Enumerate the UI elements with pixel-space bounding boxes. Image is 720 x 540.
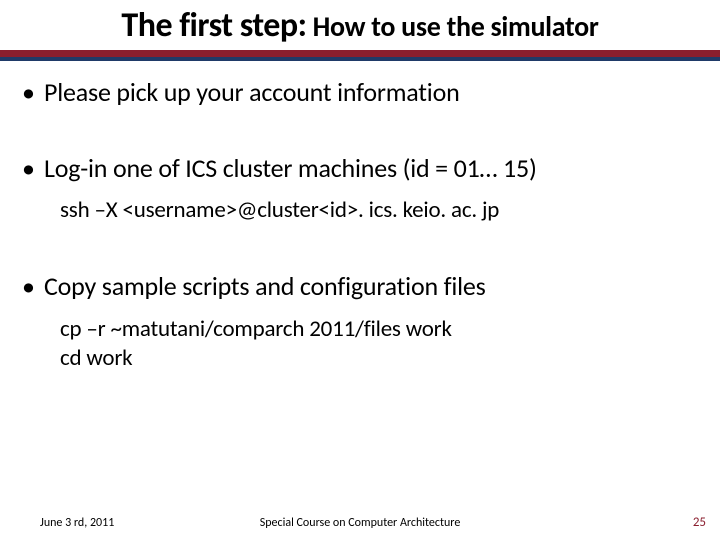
slide: The first step: How to use the simulator… (0, 0, 720, 540)
bullet-item: • Copy sample scripts and configuration … (20, 271, 700, 303)
bullet-icon: • (20, 153, 44, 185)
slide-body: • Please pick up your account informatio… (0, 61, 720, 372)
bullet-text: Copy sample scripts and configuration fi… (44, 271, 486, 303)
title-divider (0, 50, 720, 61)
bullet-text: Log-in one of ICS cluster machines (id =… (44, 153, 537, 185)
title-strong: The first step: (121, 5, 306, 46)
bullet-item: • Log-in one of ICS cluster machines (id… (20, 153, 700, 185)
sub-text: ssh –X <username>@cluster<id>. ics. keio… (60, 196, 700, 225)
footer-center: Special Course on Computer Architecture (0, 516, 720, 530)
footer-page-number: 25 (693, 515, 706, 530)
sub-text: cd work (60, 344, 700, 373)
bullet-icon: • (20, 271, 44, 303)
divider-maroon (0, 50, 720, 57)
bullet-text: Please pick up your account information (44, 77, 460, 109)
sub-text: cp –r ~matutani/comparch 2011/files work (60, 315, 700, 344)
bullet-item: • Please pick up your account informatio… (20, 77, 700, 109)
slide-title: The first step: How to use the simulator (0, 0, 720, 46)
bullet-icon: • (20, 77, 44, 109)
title-rest: How to use the simulator (307, 9, 599, 44)
